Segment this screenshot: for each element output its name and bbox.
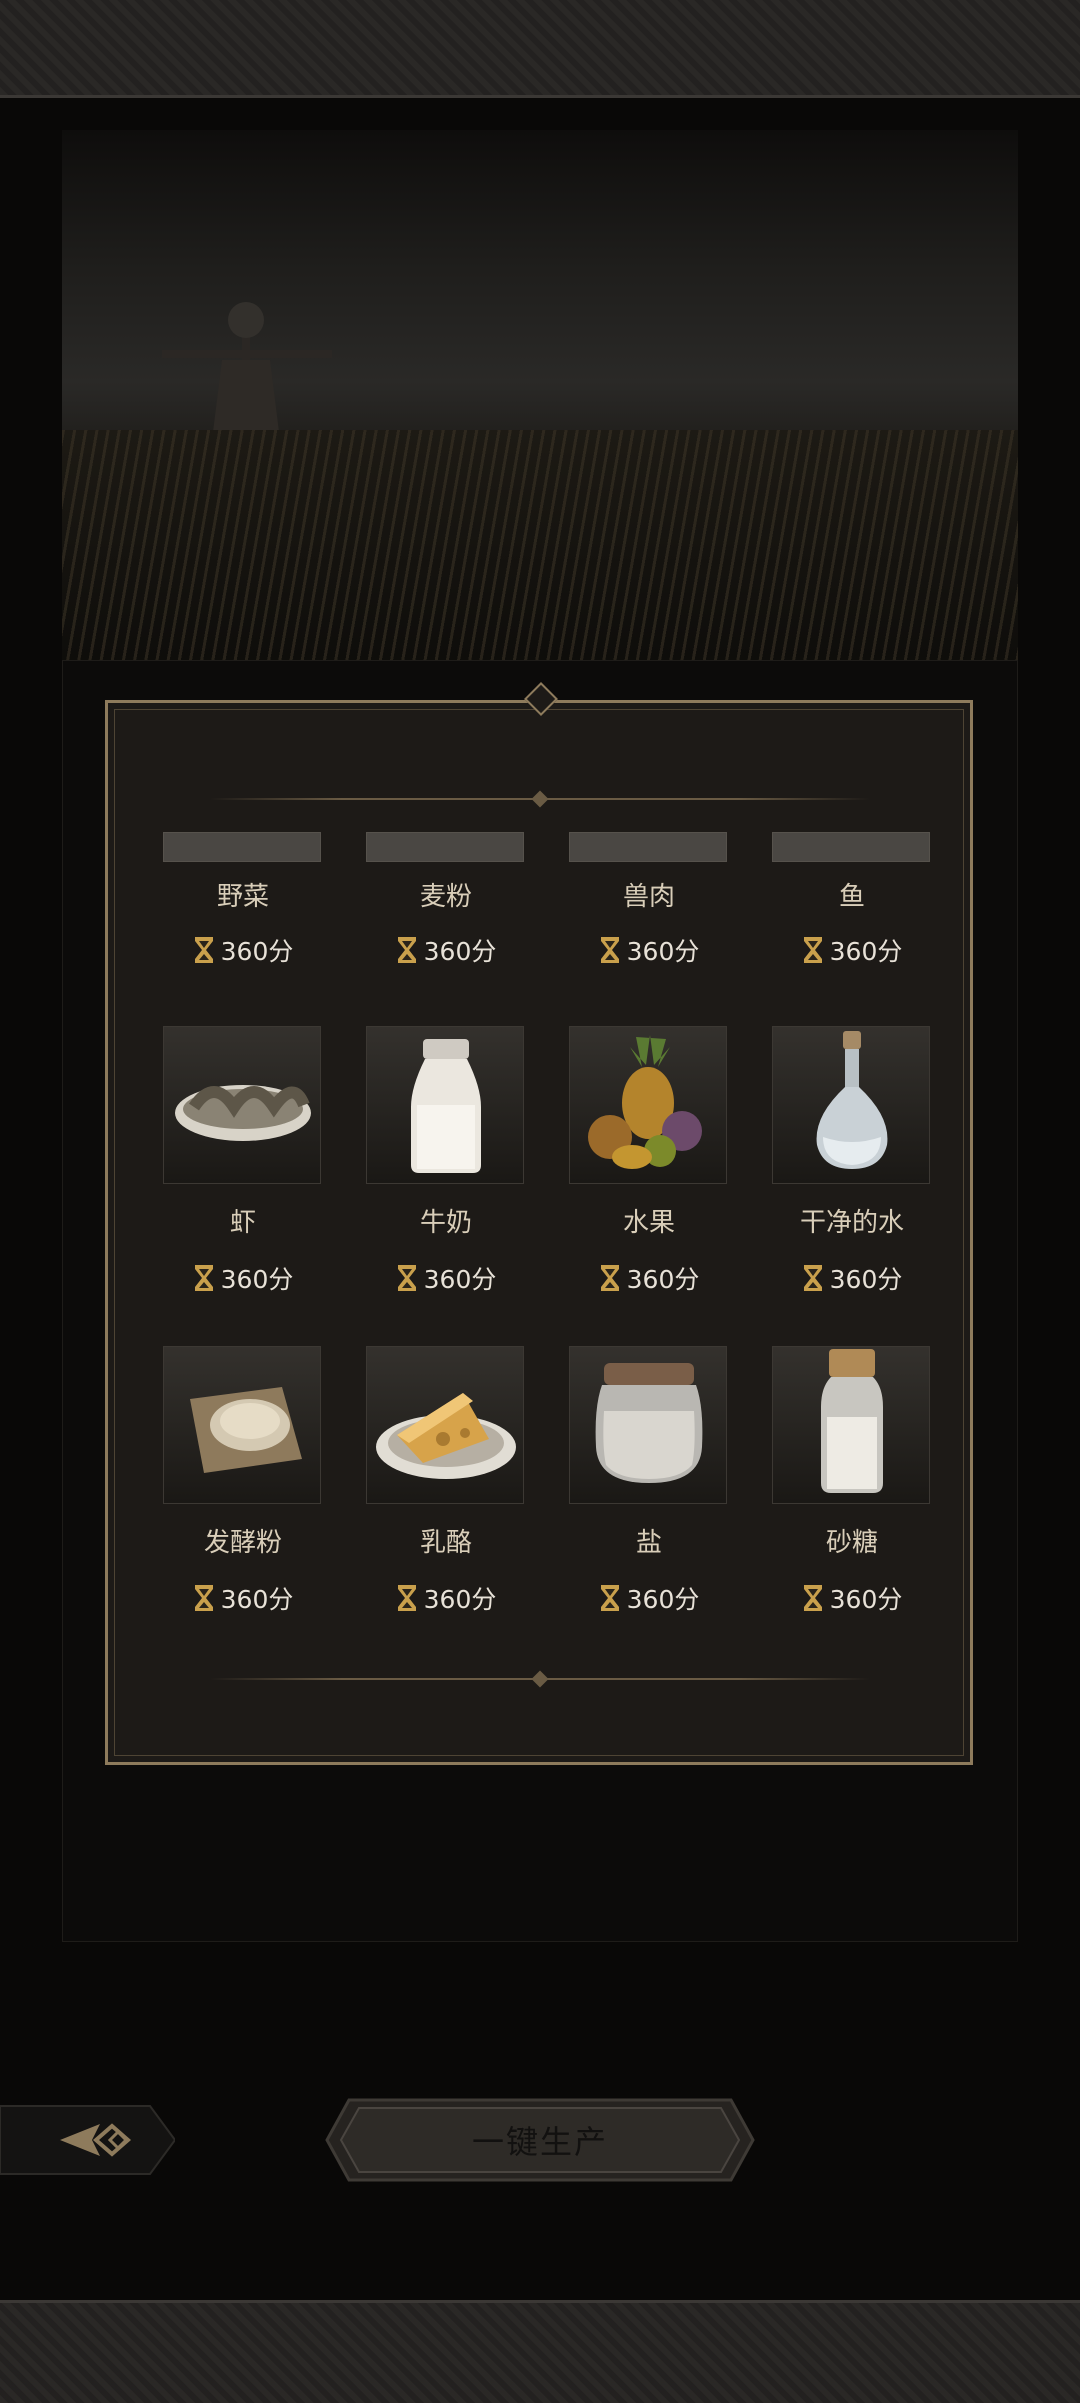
item-name: 水果 (622, 1208, 675, 1238)
item-time: 360分 (569, 932, 729, 968)
item-name: 盐 (635, 1528, 662, 1558)
wheat-flour-icon (366, 832, 524, 862)
item-name: 虾 (229, 1208, 256, 1238)
item-tile[interactable]: 兽肉 360分 (569, 832, 729, 968)
item-name: 麦粉 (419, 882, 472, 912)
item-time: 360分 (772, 1260, 932, 1296)
item-time: 360分 (772, 932, 932, 968)
bottom-divider (210, 1670, 870, 1688)
item-name: 乳酪 (419, 1528, 472, 1558)
salt-jar-icon (569, 1346, 727, 1504)
milk-bottle-icon (366, 1026, 524, 1184)
shrimp-icon (163, 1026, 321, 1184)
item-tile[interactable]: 虾 360分 (163, 1026, 323, 1296)
item-tile[interactable]: 麦粉 360分 (366, 832, 526, 968)
item-time: 360分 (163, 1260, 323, 1296)
item-time: 360分 (569, 1580, 729, 1616)
farm-background-illustration (62, 130, 1018, 690)
item-tile[interactable]: 砂糖 360分 (772, 1346, 932, 1616)
hourglass-icon (803, 937, 822, 963)
one-click-produce-button[interactable]: 一键生产 (325, 2098, 755, 2182)
item-name: 兽肉 (622, 882, 675, 912)
item-tile[interactable]: 干净的水 360分 (772, 1026, 932, 1296)
hourglass-icon (397, 937, 416, 963)
top-divider (210, 790, 870, 808)
item-tile[interactable]: 水果 360分 (569, 1026, 729, 1296)
item-tile[interactable]: 乳酪 360分 (366, 1346, 526, 1616)
item-time: 360分 (569, 1260, 729, 1296)
item-tile[interactable]: 发酵粉 360分 (163, 1346, 323, 1616)
item-name: 干净的水 (799, 1208, 904, 1238)
hourglass-icon (600, 1265, 619, 1291)
hourglass-icon (803, 1585, 822, 1611)
top-ornament-bar (0, 0, 1080, 98)
meat-icon (569, 832, 727, 862)
item-tile[interactable]: 牛奶 360分 (366, 1026, 526, 1296)
hourglass-icon (194, 1265, 213, 1291)
item-time: 360分 (366, 932, 526, 968)
item-time: 360分 (163, 932, 323, 968)
item-name: 野菜 (216, 882, 269, 912)
wild-vegetables-icon (163, 832, 321, 862)
hourglass-icon (194, 937, 213, 963)
item-name: 发酵粉 (203, 1528, 282, 1558)
yeast-powder-icon (163, 1346, 321, 1504)
item-tile[interactable]: 鱼 360分 (772, 832, 932, 968)
hourglass-icon (600, 1585, 619, 1611)
hourglass-icon (397, 1585, 416, 1611)
fish-icon (772, 832, 930, 862)
fruit-icon (569, 1026, 727, 1184)
item-name: 鱼 (838, 882, 865, 912)
cheese-icon (366, 1346, 524, 1504)
bottom-ornament-bar (0, 2300, 1080, 2403)
back-button[interactable] (0, 2100, 177, 2180)
hourglass-icon (600, 937, 619, 963)
hourglass-icon (194, 1585, 213, 1611)
hourglass-icon (803, 1265, 822, 1291)
item-time: 360分 (163, 1580, 323, 1616)
item-time: 360分 (366, 1580, 526, 1616)
item-tile[interactable]: 盐 360分 (569, 1346, 729, 1616)
wheat-field (62, 430, 1018, 690)
produce-button-label: 一键生产 (471, 2123, 608, 2161)
item-name: 牛奶 (419, 1208, 472, 1238)
hourglass-icon (397, 1265, 416, 1291)
item-name: 砂糖 (825, 1528, 878, 1558)
sugar-bottle-icon (772, 1346, 930, 1504)
item-tile[interactable]: 野菜 360分 (163, 832, 323, 968)
back-arrow-icon (0, 2105, 177, 2175)
water-carafe-icon (772, 1026, 930, 1184)
item-time: 360分 (772, 1580, 932, 1616)
item-time: 360分 (366, 1260, 526, 1296)
